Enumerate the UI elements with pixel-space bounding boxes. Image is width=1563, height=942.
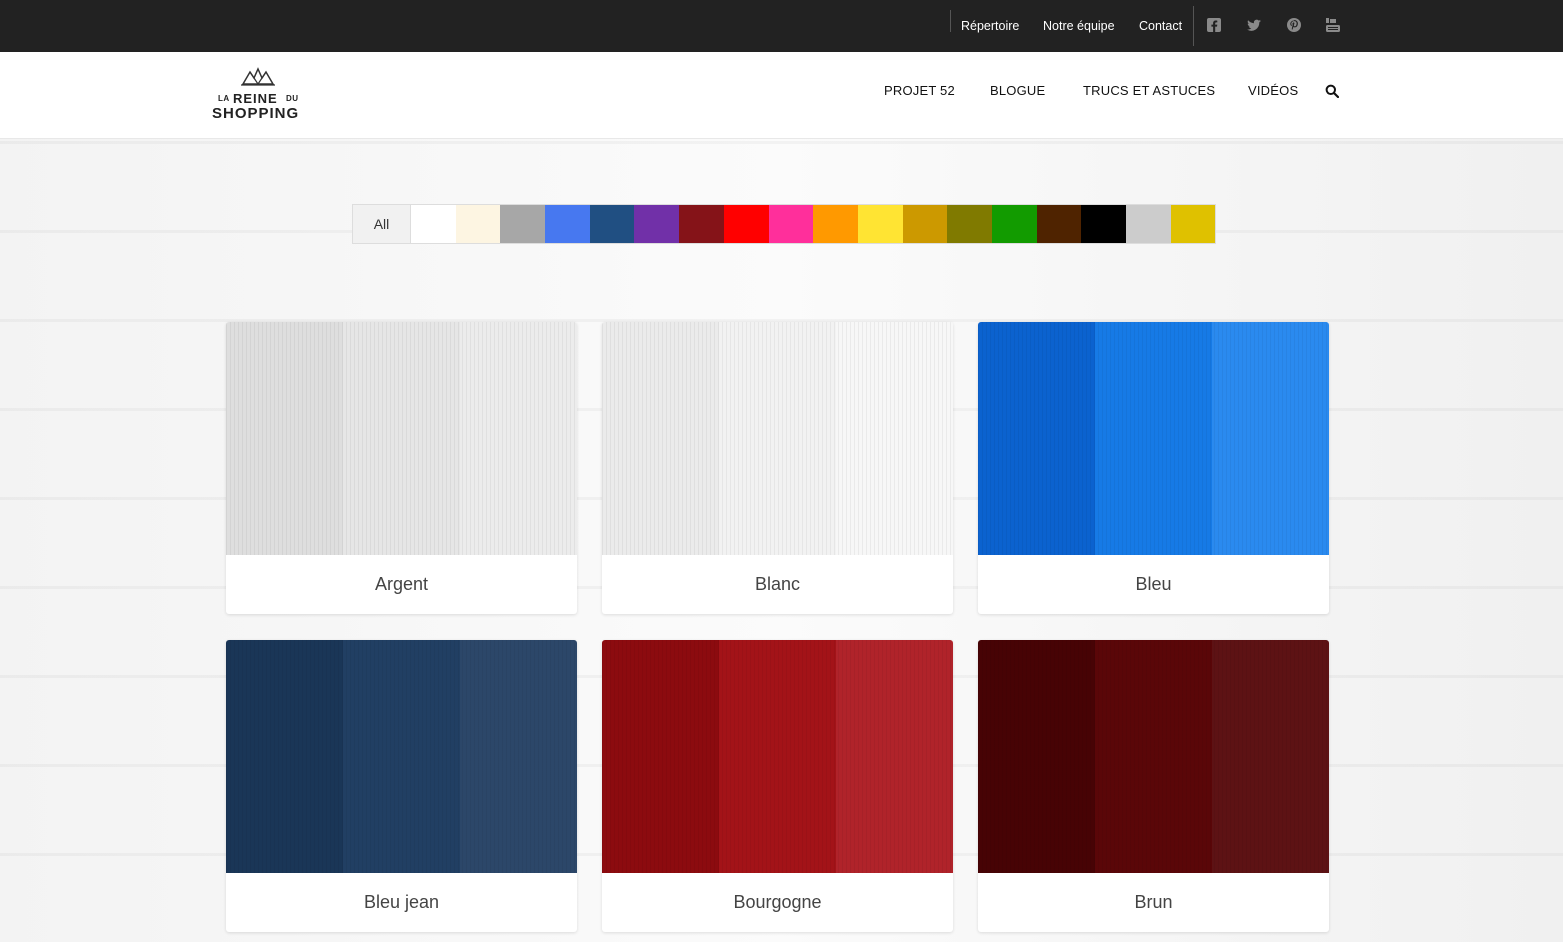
color-card[interactable]: Bleu jean <box>226 640 577 932</box>
youtube-icon[interactable] <box>1325 17 1341 33</box>
search-icon[interactable] <box>1325 84 1339 98</box>
color-swatch-4[interactable] <box>545 205 590 243</box>
logo-text-shopping: SHOPPING <box>212 105 300 122</box>
color-swatch-16[interactable] <box>1081 205 1126 243</box>
color-card-image <box>602 322 953 555</box>
topbar-link-contact[interactable]: Contact <box>1139 19 1182 33</box>
color-swatch-14[interactable] <box>991 205 1037 243</box>
divider <box>1193 6 1194 46</box>
divider <box>950 10 951 32</box>
color-swatch-13[interactable] <box>947 205 992 243</box>
color-swatch-2[interactable] <box>455 205 501 243</box>
color-swatch-8[interactable] <box>723 205 769 243</box>
color-card-image <box>978 322 1329 555</box>
pinterest-icon[interactable] <box>1286 17 1302 33</box>
nav-projet-52[interactable]: PROJET 52 <box>884 83 955 98</box>
color-swatch-10[interactable] <box>813 205 858 243</box>
color-card-image <box>226 322 577 555</box>
crown-icon <box>241 67 275 86</box>
color-card[interactable]: Blanc <box>602 322 953 614</box>
nav-videos[interactable]: VIDÉOS <box>1248 83 1298 98</box>
twitter-icon[interactable] <box>1246 17 1262 33</box>
color-swatch-7[interactable] <box>679 205 724 243</box>
color-card-label: Brun <box>1134 892 1173 912</box>
logo-text-reine: REINE <box>233 91 278 106</box>
top-bar: Répertoire Notre équipe Contact <box>0 0 1563 52</box>
color-swatch-9[interactable] <box>768 205 814 243</box>
color-card[interactable]: Bourgogne <box>602 640 953 932</box>
color-card[interactable]: Brun <box>978 640 1329 932</box>
nav-trucs-et-astuces[interactable]: TRUCS ET ASTUCES <box>1083 83 1215 98</box>
site-logo[interactable]: LA REINE DU SHOPPING <box>212 66 304 124</box>
color-filter-bar: All <box>352 204 1217 244</box>
topbar-link-notre-equipe[interactable]: Notre équipe <box>1043 19 1115 33</box>
facebook-icon[interactable] <box>1206 17 1222 33</box>
color-card[interactable]: Bleu <box>978 322 1329 614</box>
main-header: LA REINE DU SHOPPING PROJET 52 BLOGUE TR… <box>0 52 1563 139</box>
logo-text-du: DU <box>286 94 299 103</box>
color-card[interactable]: Argent <box>226 322 577 614</box>
color-card-label: Argent <box>374 574 429 594</box>
color-swatch-11[interactable] <box>857 205 903 243</box>
color-swatch-18[interactable] <box>1170 205 1216 243</box>
color-swatch-5[interactable] <box>589 205 635 243</box>
color-card-label: Bleu <box>1135 574 1172 594</box>
color-card-label: Blanc <box>754 574 801 594</box>
color-swatch-17[interactable] <box>1126 205 1171 243</box>
color-card-image <box>602 640 953 873</box>
color-card-label: Bourgogne <box>733 892 822 912</box>
color-swatch-3[interactable] <box>500 205 546 243</box>
logo-text-la: LA <box>218 94 230 103</box>
color-card-image <box>226 640 577 873</box>
color-swatch-15[interactable] <box>1036 205 1082 243</box>
color-swatch-1[interactable] <box>411 205 456 243</box>
color-swatch-12[interactable] <box>902 205 948 243</box>
color-card-image <box>978 640 1329 873</box>
nav-blogue[interactable]: BLOGUE <box>990 83 1045 98</box>
color-swatch-6[interactable] <box>634 205 680 243</box>
topbar-link-repertoire[interactable]: Répertoire <box>961 19 1019 33</box>
filter-all-button[interactable]: All <box>353 205 411 243</box>
color-card-label: Bleu jean <box>363 892 440 912</box>
